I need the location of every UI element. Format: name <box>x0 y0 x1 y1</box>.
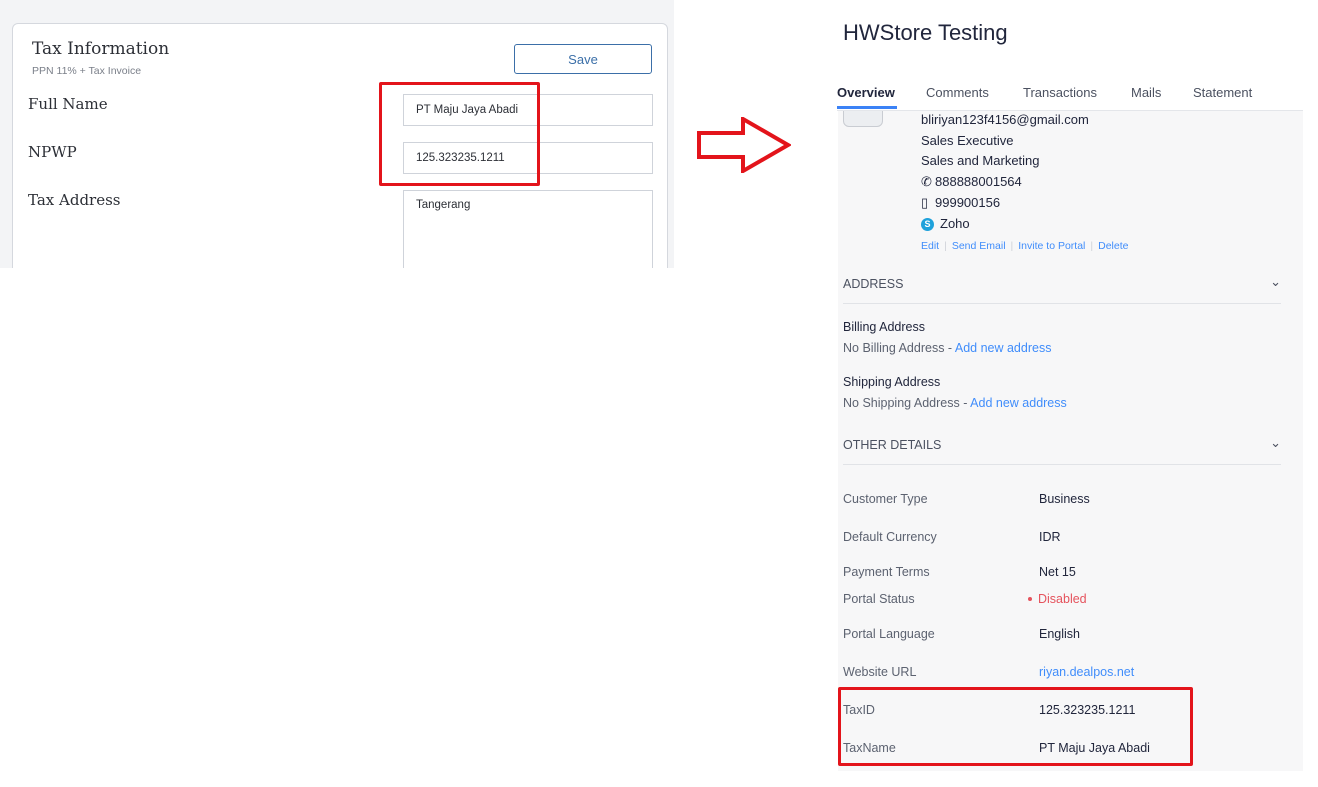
website-url-link[interactable]: riyan.dealpos.net <box>1039 665 1134 679</box>
payment-terms-value: Net 15 <box>1039 565 1076 579</box>
tax-information-card: Tax Information PPN 11% + Tax Invoice Sa… <box>12 23 668 268</box>
full-name-label: Full Name <box>28 95 108 113</box>
address-section-header[interactable]: ADDRESS ⌄ <box>843 274 1281 304</box>
send-email-link[interactable]: Send Email <box>952 240 1006 252</box>
contact-skype-row: S Zoho <box>921 216 970 231</box>
contact-detail-panel: bliriyan123f4156@gmail.com Sales Executi… <box>838 111 1303 771</box>
tax-card-title: Tax Information <box>32 39 170 59</box>
shipping-address-value: No Shipping Address - Add new address <box>843 396 1067 410</box>
edit-link[interactable]: Edit <box>921 240 939 252</box>
add-shipping-address-link[interactable]: Add new address <box>970 396 1067 410</box>
shipping-address-label: Shipping Address <box>843 375 941 389</box>
active-tab-indicator <box>837 106 897 109</box>
contact-phone: 888888001564 <box>935 174 1022 189</box>
right-arrow-outline-icon <box>697 117 791 173</box>
contact-department: Sales and Marketing <box>921 153 1040 168</box>
tab-overview[interactable]: Overview <box>837 85 895 100</box>
website-url-label: Website URL <box>843 665 917 679</box>
contact-mobile: 999900156 <box>935 195 1001 210</box>
tax-card-subtitle: PPN 11% + Tax Invoice <box>32 65 142 77</box>
contact-email: bliriyan123f4156@gmail.com <box>921 112 1089 127</box>
contact-phone-row: ✆ 888888001564 <box>921 174 1022 190</box>
separator: | <box>1090 240 1094 252</box>
tab-transactions[interactable]: Transactions <box>1023 85 1097 100</box>
tab-bar: Overview Comments Transactions Mails Sta… <box>837 82 1303 111</box>
address-heading: ADDRESS <box>843 277 904 291</box>
portal-language-label: Portal Language <box>843 627 935 641</box>
save-button[interactable]: Save <box>514 44 652 74</box>
skype-icon: S <box>921 218 934 231</box>
portal-status-text: Disabled <box>1038 592 1087 606</box>
billing-address-text: No Billing Address - <box>843 341 955 355</box>
phone-icon: ✆ <box>921 174 932 189</box>
billing-address-value: No Billing Address - Add new address <box>843 341 1051 355</box>
customer-type-label: Customer Type <box>843 492 928 506</box>
separator: | <box>944 240 947 252</box>
contact-mobile-row: ▯ 999900156 <box>921 195 1000 211</box>
tax-address-label: Tax Address <box>28 191 121 209</box>
invite-to-portal-link[interactable]: Invite to Portal <box>1018 240 1085 252</box>
contact-skype: Zoho <box>940 216 970 231</box>
tab-mails[interactable]: Mails <box>1131 85 1161 100</box>
default-currency-label: Default Currency <box>843 530 937 544</box>
delete-link[interactable]: Delete <box>1098 240 1128 252</box>
add-billing-address-link[interactable]: Add new address <box>955 341 1052 355</box>
other-details-heading: OTHER DETAILS <box>843 438 942 452</box>
contact-actions: Edit | Send Email | Invite to Portal | Delete <box>921 240 1128 252</box>
tab-statement[interactable]: Statement <box>1193 85 1252 100</box>
customer-type-value: Business <box>1039 492 1090 506</box>
tax-information-panel: Tax Information PPN 11% + Tax Invoice Sa… <box>0 0 674 268</box>
mobile-icon: ▯ <box>921 195 929 210</box>
shipping-address-text: No Shipping Address - <box>843 396 971 410</box>
npwp-label: NPWP <box>28 143 77 161</box>
contact-title: HWStore Testing <box>843 20 1008 45</box>
chevron-down-icon[interactable]: ⌄ <box>1270 274 1281 290</box>
other-details-section-header[interactable]: OTHER DETAILS ⌄ <box>843 435 1281 465</box>
highlight-box-tax-details <box>838 687 1193 766</box>
billing-address-label: Billing Address <box>843 320 925 334</box>
portal-language-value: English <box>1039 627 1080 641</box>
default-currency-value: IDR <box>1039 530 1061 544</box>
portal-status-value: Disabled <box>1028 592 1087 606</box>
avatar <box>843 111 883 127</box>
chevron-down-icon[interactable]: ⌄ <box>1270 435 1281 451</box>
contact-designation: Sales Executive <box>921 133 1014 148</box>
highlight-box-tax-fields <box>379 82 540 186</box>
separator: | <box>1010 240 1014 252</box>
payment-terms-label: Payment Terms <box>843 565 930 579</box>
status-dot-icon <box>1028 597 1032 601</box>
tax-address-field[interactable]: Tangerang <box>403 190 653 268</box>
portal-status-label: Portal Status <box>843 592 915 606</box>
tab-comments[interactable]: Comments <box>926 85 989 100</box>
